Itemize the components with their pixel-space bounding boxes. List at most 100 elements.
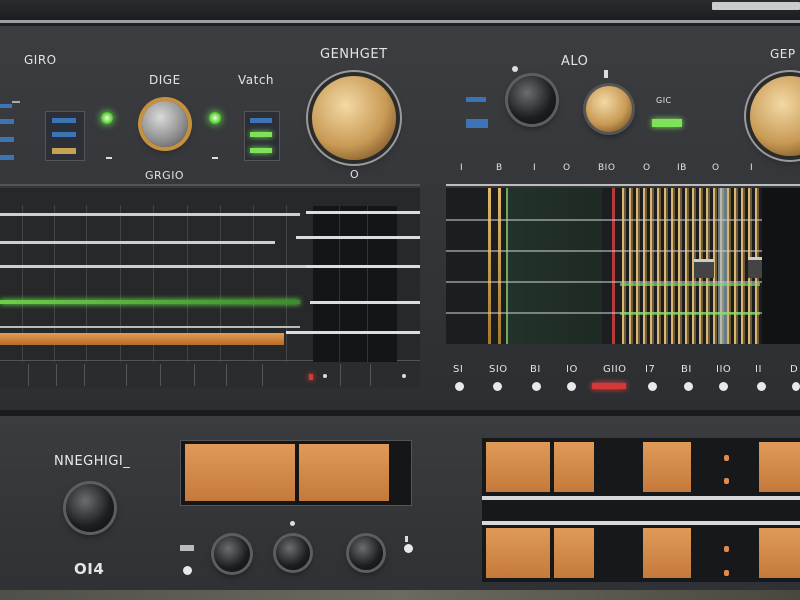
channel-label-9: II: [755, 364, 762, 375]
vu-meter-7: [643, 528, 691, 578]
main-level-knob[interactable]: [312, 76, 396, 160]
fader-line-2: [296, 236, 420, 239]
grid-col: [187, 205, 188, 385]
gain-knob[interactable]: [142, 101, 188, 147]
channel-button-6[interactable]: [648, 382, 657, 391]
grid-col: [286, 205, 287, 385]
eq-knob-2[interactable]: [276, 536, 310, 570]
spectrum-grid: [446, 250, 800, 252]
fader-divider: [367, 206, 368, 362]
label-alo: ALO: [561, 54, 589, 69]
spectrum-green-zone: [506, 188, 602, 344]
left-indicator-4: [0, 155, 14, 160]
panel2-indicator-2: [250, 132, 272, 137]
spectrum-highlight: [718, 188, 728, 344]
panel1-indicator-1: [52, 118, 76, 123]
grid-line: [0, 213, 300, 216]
grid-line: [0, 326, 300, 328]
step-divider: [340, 364, 341, 386]
vu-meter-8: [759, 528, 800, 578]
scale-mark-5: BIO: [598, 163, 616, 173]
eq-knob-1[interactable]: [214, 536, 250, 572]
window-top-bar: [0, 0, 800, 22]
marker-line-gold-2: [498, 188, 501, 344]
divider-left: [0, 184, 420, 186]
channel-label-2: SIO: [489, 364, 508, 375]
channel-button-3[interactable]: [532, 382, 541, 391]
right-indicator-1: [466, 97, 486, 102]
meter-divider-1: [482, 496, 800, 500]
fader-line-3: [306, 265, 420, 268]
scale-mark-7: IB: [677, 163, 687, 173]
top-slot: [712, 2, 800, 10]
channel-button-7[interactable]: [684, 382, 693, 391]
led-mark-1: [106, 157, 112, 159]
scale-mark-4: O: [563, 163, 571, 173]
channel-button-2[interactable]: [493, 382, 502, 391]
marker-line-gold-1: [488, 188, 491, 344]
fader-bank[interactable]: [313, 206, 397, 362]
channel-label-1: SI: [453, 364, 464, 375]
scale-mark-6: O: [643, 163, 651, 173]
bottom-edge: [0, 590, 800, 600]
meter-divider-2: [482, 521, 800, 525]
vu-meter-1: [486, 442, 550, 492]
vu-meter-left-b: [299, 444, 389, 501]
meter-led-1: [724, 455, 729, 461]
channel-label-3: BI: [530, 364, 541, 375]
left-indicator-2: [0, 119, 14, 124]
label-genhget: GENHGET: [320, 47, 388, 62]
spectrum-green-line-1: [620, 283, 760, 286]
step-dot-1: [323, 374, 327, 378]
black-tone-knob[interactable]: [508, 76, 556, 124]
mini-led-mark: [405, 536, 408, 542]
channel-button-9[interactable]: [757, 382, 766, 391]
gold-tone-knob[interactable]: [586, 86, 632, 132]
panel1-indicator-3: [52, 148, 76, 154]
fader-line-1: [306, 211, 420, 214]
channel-select-panel-2[interactable]: [244, 111, 280, 161]
step-divider: [28, 364, 29, 386]
left-tick-1: [12, 101, 20, 103]
vu-meter-left: [180, 440, 412, 506]
step-divider: [226, 364, 227, 386]
spectrum-bars: [622, 188, 762, 344]
eq-knob-3[interactable]: [349, 536, 383, 570]
channel-button-10[interactable]: [792, 382, 800, 391]
channel-label-5: GIIO: [603, 364, 627, 375]
channel-label-4: IO: [566, 364, 578, 375]
mini-switch[interactable]: [180, 545, 194, 551]
channel-label-7: BI: [681, 364, 692, 375]
label-gic: GIC: [656, 96, 672, 105]
panel1-indicator-2: [52, 132, 76, 137]
spectrum-slider-1[interactable]: [694, 259, 714, 278]
step-dot-2: [402, 374, 406, 378]
step-row[interactable]: [0, 362, 420, 388]
channel-button-1[interactable]: [455, 382, 464, 391]
signal-bar-orange: [0, 333, 284, 345]
step-divider: [160, 364, 161, 386]
scale-mark-2: B: [496, 163, 503, 173]
input-knob[interactable]: [66, 484, 114, 532]
status-led-1: [101, 112, 113, 124]
step-red-indicator: [309, 374, 313, 380]
fader-line-5: [286, 331, 420, 334]
meter-led-4: [724, 570, 729, 576]
label-dige: DIGE: [149, 73, 181, 87]
marker-line-green: [506, 188, 508, 344]
step-divider: [194, 364, 195, 386]
channel-label-8: IIO: [716, 364, 732, 375]
step-divider: [84, 364, 85, 386]
channel-select-panel-1[interactable]: [45, 111, 85, 161]
step-divider: [370, 364, 371, 386]
vu-meter-2: [554, 442, 594, 492]
scale-mark-1: I: [460, 163, 464, 173]
label-gep: GEP: [770, 47, 796, 61]
scale-mark-8: O: [712, 163, 720, 173]
signal-line-green: [0, 300, 300, 304]
divider-right: [446, 184, 800, 186]
spectrum-end-zone: [762, 188, 800, 344]
channel-button-8[interactable]: [719, 382, 728, 391]
meter-led-2: [724, 478, 729, 484]
channel-button-4[interactable]: [567, 382, 576, 391]
